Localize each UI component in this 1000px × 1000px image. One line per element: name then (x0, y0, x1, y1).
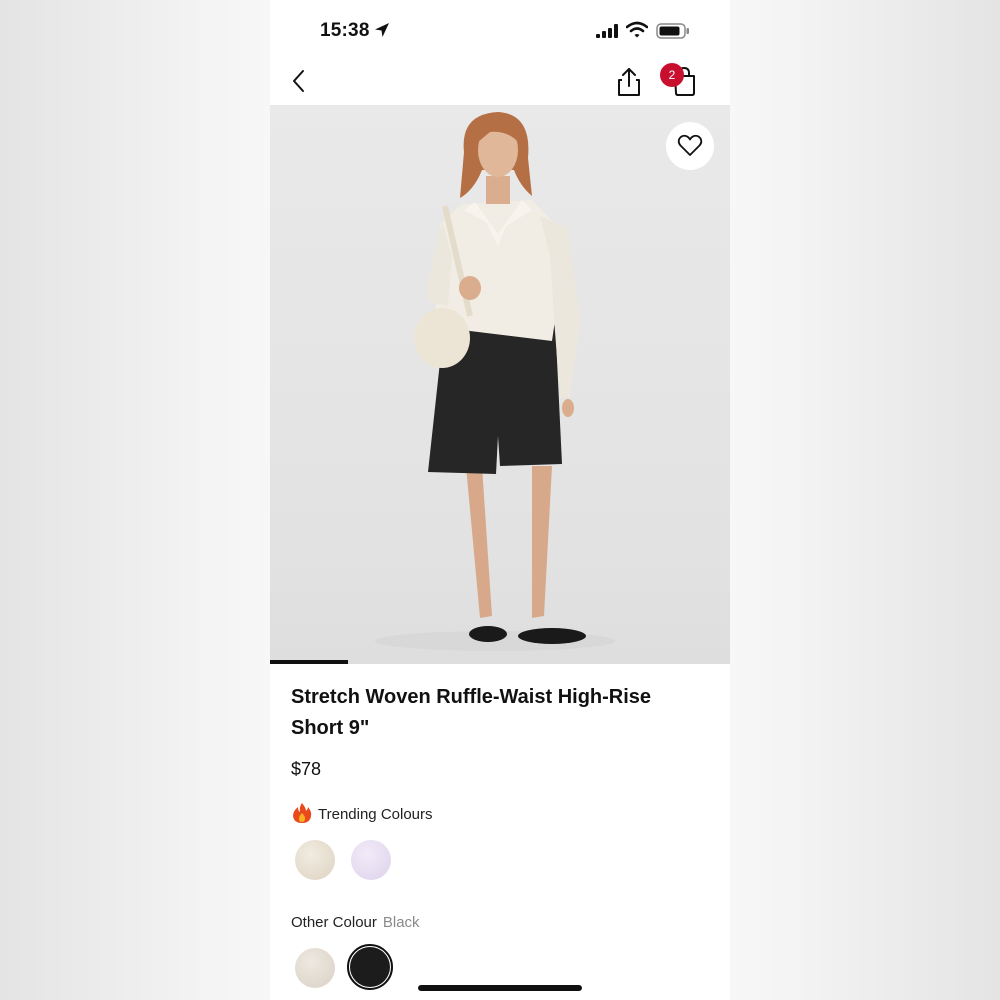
back-button[interactable] (288, 66, 314, 96)
battery-icon (656, 23, 689, 39)
wifi-icon (626, 21, 648, 38)
heart-icon (677, 134, 703, 156)
colour-swatch-selected-ring[interactable] (347, 944, 393, 990)
trending-colours-label: Trending Colours (318, 806, 433, 823)
colour-swatch-black (350, 947, 390, 987)
fire-icon (293, 803, 312, 823)
product-photo (375, 112, 615, 651)
colour-swatch-trending-2[interactable] (351, 840, 391, 880)
chevron-left-icon (293, 70, 304, 92)
app-screen: 15:38 2 Stretch Woven Ruffle-Waist High-… (270, 0, 730, 1000)
share-icon (618, 68, 640, 96)
nav-bar: 2 (270, 58, 730, 106)
favorite-button[interactable] (666, 122, 714, 170)
colour-swatch-trending-1[interactable] (295, 840, 335, 880)
location-arrow-icon (375, 23, 389, 37)
other-colour-label: Other Colour (291, 914, 377, 931)
product-title: Stretch Woven Ruffle-Waist High-Rise Sho… (291, 686, 652, 739)
share-button[interactable] (614, 66, 644, 98)
colour-swatch-other-1[interactable] (295, 948, 335, 988)
selected-colour-name: Black (382, 914, 420, 931)
other-colour-row: Other Colour Black (291, 914, 420, 931)
product-image[interactable] (270, 106, 730, 664)
status-bar: 15:38 (270, 0, 730, 60)
product-price: $78 (291, 759, 322, 779)
carousel-progress-fill (270, 660, 349, 664)
status-time: 15:38 (320, 20, 370, 41)
image-carousel-progress (270, 660, 730, 664)
cart-count-badge: 2 (660, 63, 684, 87)
home-indicator (418, 985, 582, 991)
cellular-signal-icon (596, 24, 618, 38)
